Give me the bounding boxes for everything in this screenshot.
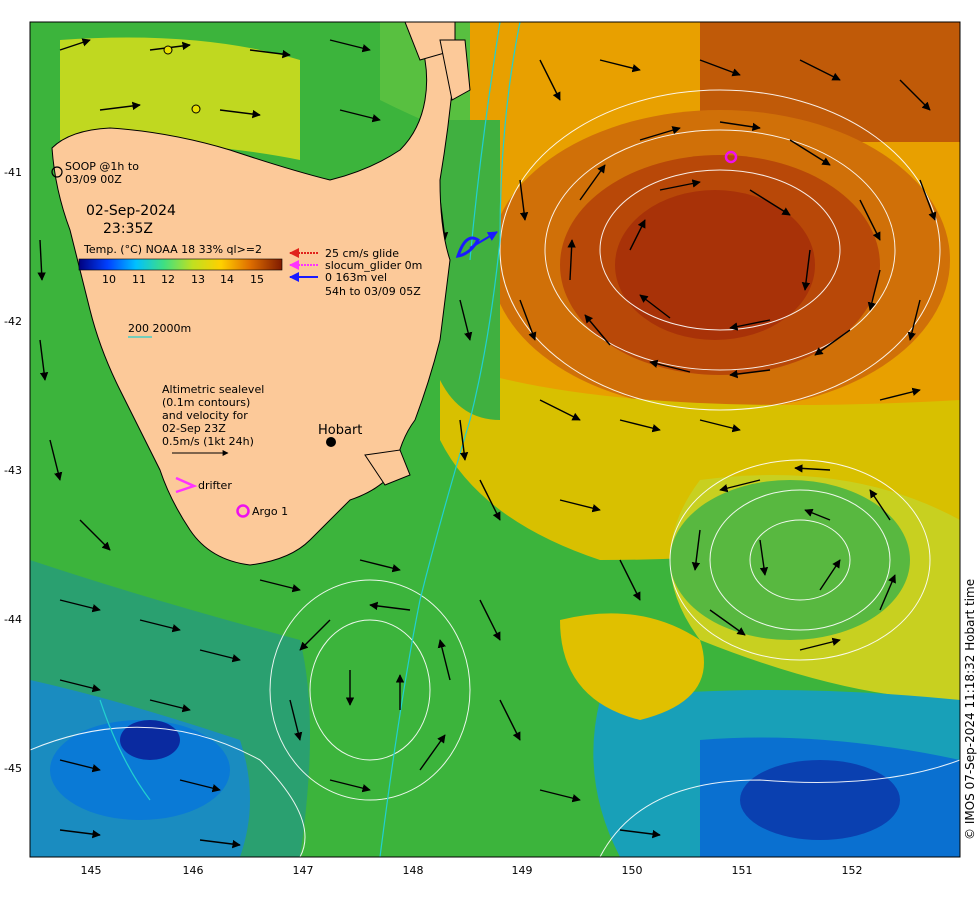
temp-colorbar [78, 258, 283, 271]
lon-tick: 149 [512, 864, 533, 877]
depth-contours-label: 200 2000m [128, 322, 191, 335]
altimetry-line2: (0.1m contours) [162, 396, 250, 409]
longitude-axis: 145 146 147 148 149 150 151 152 [81, 864, 863, 877]
altimetry-line4: 02-Sep 23Z [162, 422, 226, 435]
argo-label: Argo 1 [252, 505, 288, 518]
hobart-marker [326, 437, 336, 447]
lon-tick: 151 [732, 864, 753, 877]
drifter-label: drifter [198, 479, 232, 492]
ocean-temperature-map: 145 146 147 148 149 150 151 152 -41 -42 … [4, 21, 977, 877]
glider-legend-line4: 54h to 03/09 05Z [325, 285, 421, 298]
soop-track-point [191, 104, 201, 114]
altimetry-line1: Altimetric sealevel [162, 383, 264, 396]
lon-tick: 145 [81, 864, 102, 877]
lon-tick: 148 [403, 864, 424, 877]
hobart-label: Hobart [318, 423, 362, 438]
map-time: 23:35Z [103, 221, 153, 237]
lat-tick: -41 [4, 166, 22, 179]
colorbar-tick: 11 [132, 273, 146, 286]
colorbar-tick: 13 [191, 273, 205, 286]
lat-tick: -44 [4, 613, 22, 626]
altimetry-line3: and velocity for [162, 409, 248, 422]
colorbar-tick: 15 [250, 273, 264, 286]
lat-tick: -45 [4, 762, 22, 775]
lon-tick: 152 [842, 864, 863, 877]
lon-tick: 146 [183, 864, 204, 877]
soop-label-line1: SOOP @1h to [65, 160, 139, 173]
colorbar-tick: 14 [220, 273, 234, 286]
lon-tick: 150 [622, 864, 643, 877]
map-date: 02-Sep-2024 [86, 203, 176, 219]
lat-tick: -43 [4, 464, 22, 477]
soop-label-line2: 03/09 00Z [65, 173, 122, 186]
colorbar-tick: 12 [161, 273, 175, 286]
lat-tick: -42 [4, 315, 22, 328]
colorbar-tick: 10 [102, 273, 116, 286]
altimetry-line5: 0.5m/s (1kt 24h) [162, 435, 254, 448]
lon-tick: 147 [293, 864, 314, 877]
glider-legend-line3: 0 163m vel [325, 271, 387, 284]
latitude-axis: -41 -42 -43 -44 -45 [4, 166, 22, 775]
temp-legend-title: Temp. (°C) NOAA 18 33% ql>=2 [83, 243, 262, 256]
imos-credit: © IMOS 07-Sep-2024 11:18:32 Hobart time [963, 579, 977, 840]
soop-track-point [163, 45, 173, 55]
